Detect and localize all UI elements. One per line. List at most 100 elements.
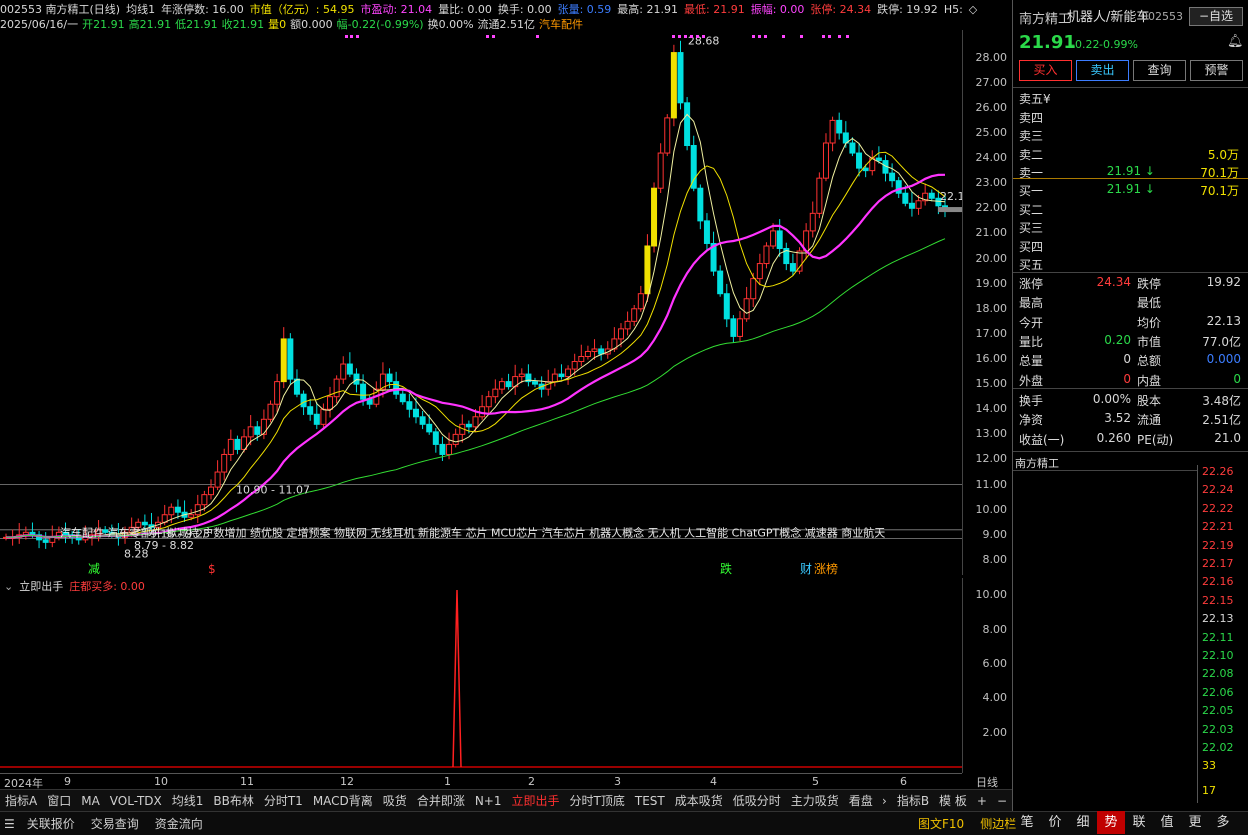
indicator-tab[interactable]: 分时T顶底 <box>565 790 630 812</box>
candle[interactable] <box>194 504 201 516</box>
candle[interactable] <box>763 245 770 265</box>
candle[interactable] <box>856 152 863 169</box>
bottom-tab[interactable]: 关联报价 <box>19 813 83 835</box>
quote-tab[interactable]: 联 <box>1125 811 1153 834</box>
candle[interactable] <box>267 403 274 420</box>
indicator-tab[interactable]: 分时T1 <box>259 790 308 812</box>
candle[interactable] <box>875 157 882 162</box>
candle[interactable] <box>836 119 843 134</box>
candle[interactable] <box>188 514 195 518</box>
candle[interactable] <box>254 426 261 435</box>
candle[interactable] <box>928 192 935 199</box>
indicator-tab[interactable]: N+1 <box>470 790 507 812</box>
bottom-tab-right[interactable]: 图文F10 <box>910 813 972 835</box>
candle[interactable] <box>346 363 353 375</box>
candle[interactable] <box>168 506 175 516</box>
period-daily-button[interactable]: 日线 <box>962 774 1012 789</box>
candle[interactable] <box>307 406 314 415</box>
candle[interactable] <box>327 396 334 410</box>
candle[interactable] <box>750 278 757 300</box>
candle[interactable] <box>816 177 823 214</box>
concept-tags[interactable]: 汽车配件 汽车零部件 拟减持 户数增加 绩优股 定增预案 物联网 无线耳机 新能… <box>60 525 885 539</box>
candle[interactable] <box>207 486 214 496</box>
orderbook-row[interactable]: 买四 <box>1019 238 1245 256</box>
bottom-tab[interactable]: 交易查询 <box>83 813 147 835</box>
orderbook-row[interactable]: 买三 <box>1019 219 1245 237</box>
orderbook-row[interactable]: 卖一 21.91 ↓ 70.1万 <box>1019 164 1245 182</box>
candle[interactable] <box>201 494 208 506</box>
candle[interactable] <box>631 308 638 322</box>
candle[interactable] <box>637 293 644 310</box>
candle[interactable] <box>485 396 492 408</box>
candle[interactable] <box>789 263 796 272</box>
candle[interactable] <box>545 381 552 390</box>
trade-action-button[interactable]: 预警 <box>1190 60 1243 81</box>
candle[interactable] <box>412 408 419 418</box>
candle[interactable] <box>670 52 677 119</box>
event-marker[interactable]: $ <box>208 562 216 575</box>
candle[interactable] <box>684 102 691 147</box>
candlestick-chart[interactable]: 28.6810.90 - 11.078.79 - 8.828.289.18 - … <box>0 30 962 575</box>
candle[interactable] <box>703 220 710 244</box>
candle[interactable] <box>518 373 525 378</box>
candle[interactable] <box>908 202 915 209</box>
candle[interactable] <box>915 200 922 209</box>
quote-tab[interactable]: 价 <box>1041 811 1069 834</box>
indicator-tab[interactable]: 看盘 <box>844 790 877 812</box>
indicator-tab[interactable]: 均线1 <box>167 790 209 812</box>
candle[interactable] <box>829 119 836 144</box>
orderbook-row[interactable]: 卖三 <box>1019 127 1245 145</box>
candle[interactable] <box>221 453 228 473</box>
orderbook-row[interactable]: 卖二 5.0万 <box>1019 146 1245 164</box>
indicator-tab[interactable]: VOL-TDX <box>105 790 167 812</box>
candle[interactable] <box>446 443 453 455</box>
candle[interactable] <box>452 433 459 445</box>
candle[interactable] <box>690 145 697 189</box>
indicator-tab-right[interactable]: 模 板 <box>934 790 972 812</box>
indicator-tab[interactable]: MACD背离 <box>308 790 378 812</box>
orderbook-row[interactable]: 卖四 <box>1019 109 1245 127</box>
candle[interactable] <box>730 318 737 337</box>
candle[interactable] <box>796 250 803 272</box>
indicator-tab[interactable]: TEST <box>630 790 670 812</box>
candle[interactable] <box>902 192 909 204</box>
candle[interactable] <box>591 348 598 352</box>
quote-tab[interactable]: 多 <box>1209 811 1237 834</box>
orderbook-row[interactable]: 买一 21.91 ↓ 70.1万 <box>1019 182 1245 200</box>
event-marker[interactable]: 减 <box>88 562 100 575</box>
candle[interactable] <box>247 426 254 438</box>
candle[interactable] <box>862 167 869 172</box>
indicator-chart[interactable] <box>0 578 962 773</box>
candle[interactable] <box>399 393 406 403</box>
candle[interactable] <box>505 381 512 388</box>
candle[interactable] <box>174 506 181 513</box>
orderbook-row[interactable]: 卖五¥ <box>1019 90 1245 108</box>
indicator-tab-right[interactable]: − <box>992 790 1012 812</box>
candle[interactable] <box>822 142 829 179</box>
candle[interactable] <box>472 416 479 428</box>
candle[interactable] <box>141 521 148 526</box>
candle[interactable] <box>677 52 684 104</box>
candle[interactable] <box>697 187 704 222</box>
candle[interactable] <box>889 172 896 182</box>
candle[interactable] <box>895 180 902 194</box>
quote-tab[interactable]: 笔 <box>1013 811 1041 834</box>
candle[interactable] <box>558 373 565 378</box>
candle[interactable] <box>280 338 287 383</box>
candle[interactable] <box>551 373 558 383</box>
candle[interactable] <box>624 320 631 330</box>
candle[interactable] <box>426 423 433 433</box>
orderbook-row[interactable]: 买二 <box>1019 201 1245 219</box>
candle[interactable] <box>776 230 783 249</box>
quote-tab[interactable]: 更 <box>1181 811 1209 834</box>
candle[interactable] <box>644 245 651 295</box>
candle[interactable] <box>849 142 856 154</box>
candle[interactable] <box>439 443 446 455</box>
candle[interactable] <box>340 363 347 380</box>
candle[interactable] <box>333 378 340 398</box>
quote-tab[interactable]: 值 <box>1153 811 1181 834</box>
candle[interactable] <box>617 328 624 340</box>
menu-icon[interactable]: ☰ <box>0 813 19 835</box>
candle[interactable] <box>406 401 413 410</box>
indicator-tab[interactable]: BB布林 <box>208 790 258 812</box>
